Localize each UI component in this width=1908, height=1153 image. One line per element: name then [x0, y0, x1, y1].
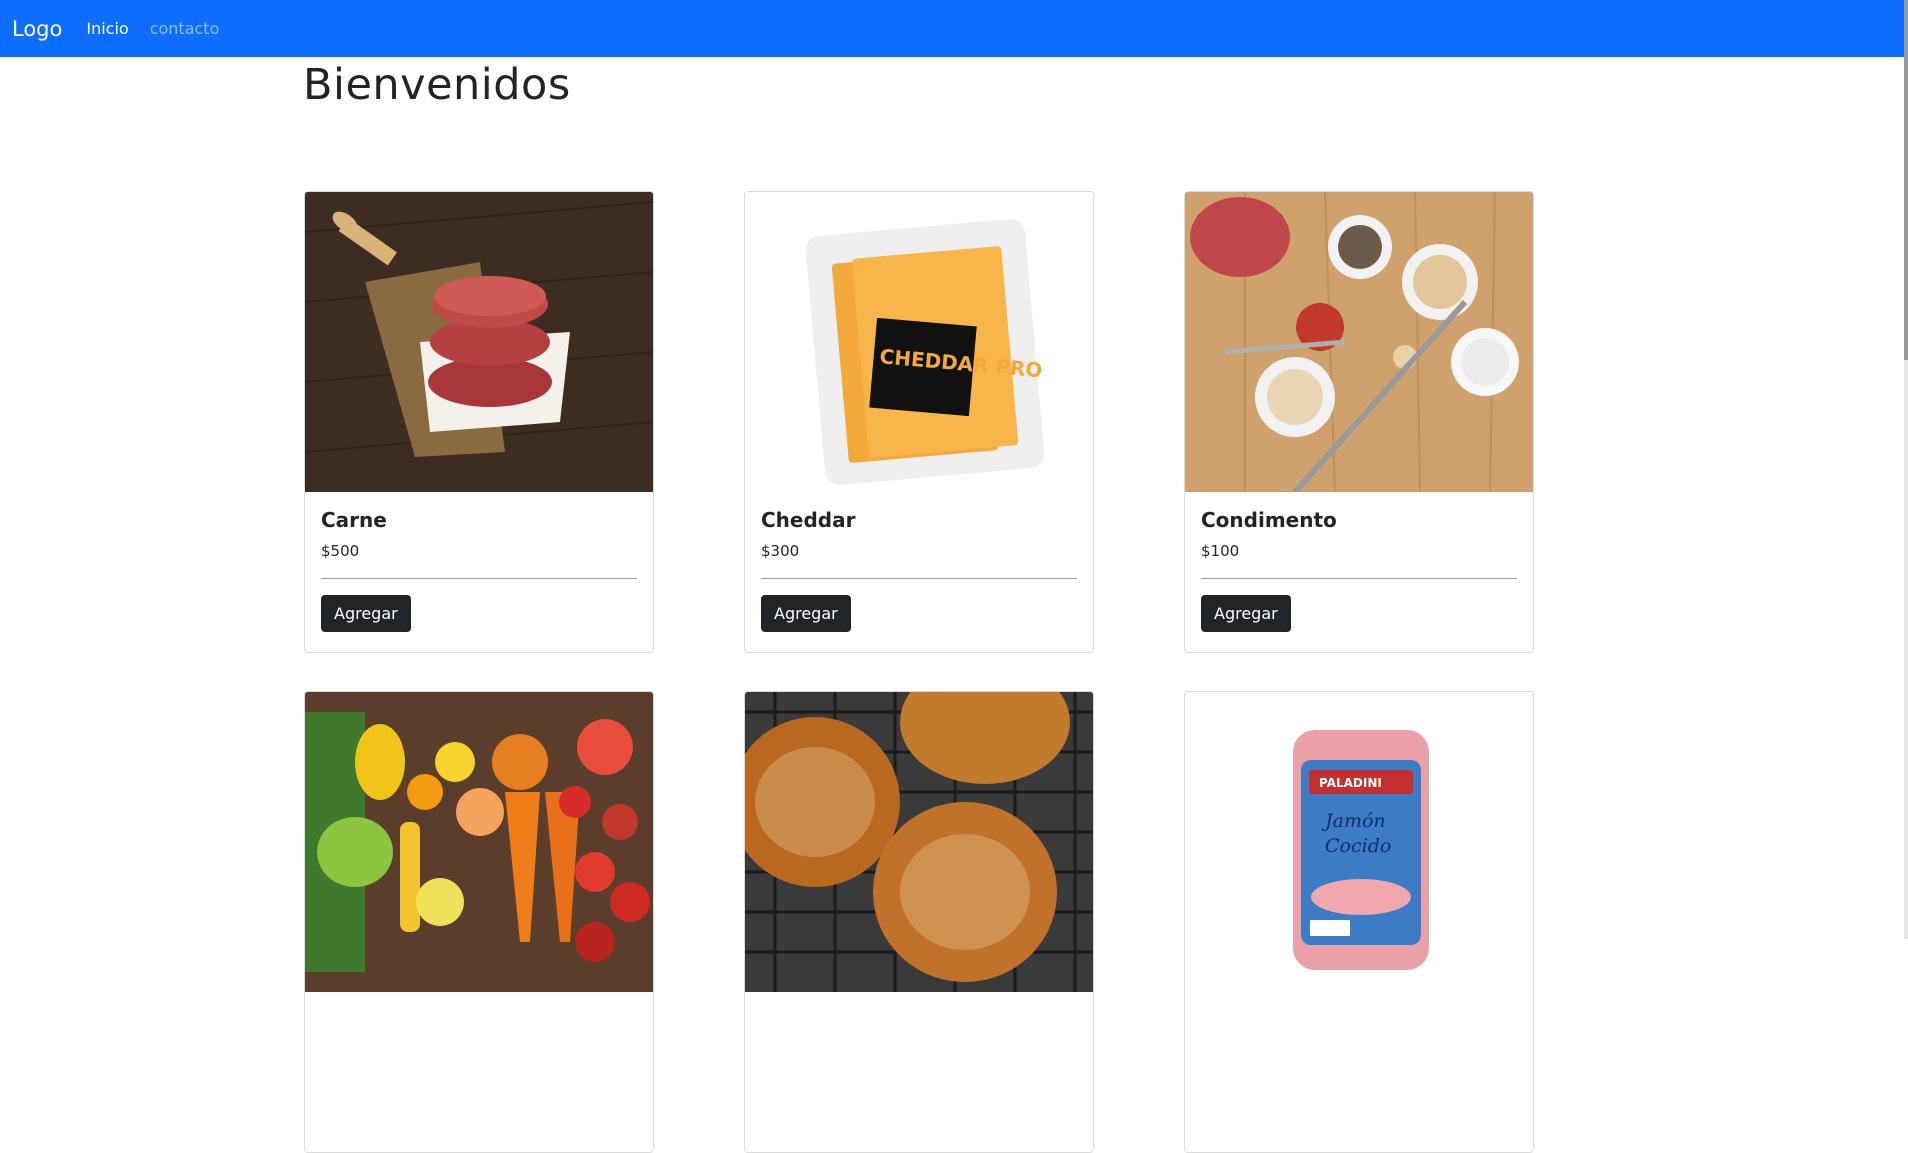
- product-image-vegetales: [305, 692, 653, 992]
- product-card: [744, 691, 1094, 1153]
- product-image-jamon: PALADINI Jamón Cocido: [1185, 692, 1533, 992]
- product-image-carne: [305, 192, 653, 492]
- add-to-cart-button[interactable]: Agregar: [1201, 595, 1291, 632]
- brand-logo[interactable]: Logo: [12, 17, 62, 41]
- nav-link-contacto[interactable]: contacto: [150, 19, 220, 38]
- product-image-pan: [745, 692, 1093, 992]
- product-card: PALADINI Jamón Cocido: [1184, 691, 1534, 1153]
- product-name: Carne: [321, 508, 387, 532]
- divider: [1201, 578, 1517, 579]
- ham-brand-text: PALADINI: [1319, 776, 1382, 790]
- product-name: Condimento: [1201, 508, 1337, 532]
- scrollbar-thumb[interactable]: [1904, 0, 1908, 360]
- ham-package-illustration: PALADINI Jamón Cocido: [1185, 692, 1533, 992]
- navbar: Logo Inicio contacto: [0, 0, 1904, 57]
- nav-link-inicio[interactable]: Inicio: [86, 19, 128, 38]
- spices-illustration: [1185, 192, 1533, 492]
- divider: [321, 578, 637, 579]
- page-title: Bienvenidos: [303, 60, 571, 110]
- product-price: $100: [1201, 542, 1240, 560]
- product-price: $300: [761, 542, 800, 560]
- cheddar-package-illustration: CHEDDAR PRO: [745, 192, 1093, 492]
- sesame-buns-illustration: [745, 692, 1093, 992]
- divider: [761, 578, 1077, 579]
- ham-label-line1: Jamón: [1321, 810, 1386, 832]
- product-card: Condimento $100 Agregar: [1184, 191, 1534, 653]
- product-image-condimento: [1185, 192, 1533, 492]
- ham-label-line2: Cocido: [1325, 835, 1391, 857]
- burger-patties-illustration: [305, 192, 653, 492]
- product-image-cheddar: CHEDDAR PRO: [745, 192, 1093, 492]
- product-name: Cheddar: [761, 508, 856, 532]
- product-price: $500: [321, 542, 360, 560]
- product-card: Carne $500 Agregar: [304, 191, 654, 653]
- vegetables-illustration: [305, 692, 653, 992]
- product-card: CHEDDAR PRO Cheddar $300 Agregar: [744, 191, 1094, 653]
- scrollbar[interactable]: [1904, 0, 1908, 939]
- add-to-cart-button[interactable]: Agregar: [761, 595, 851, 632]
- add-to-cart-button[interactable]: Agregar: [321, 595, 411, 632]
- product-card: [304, 691, 654, 1153]
